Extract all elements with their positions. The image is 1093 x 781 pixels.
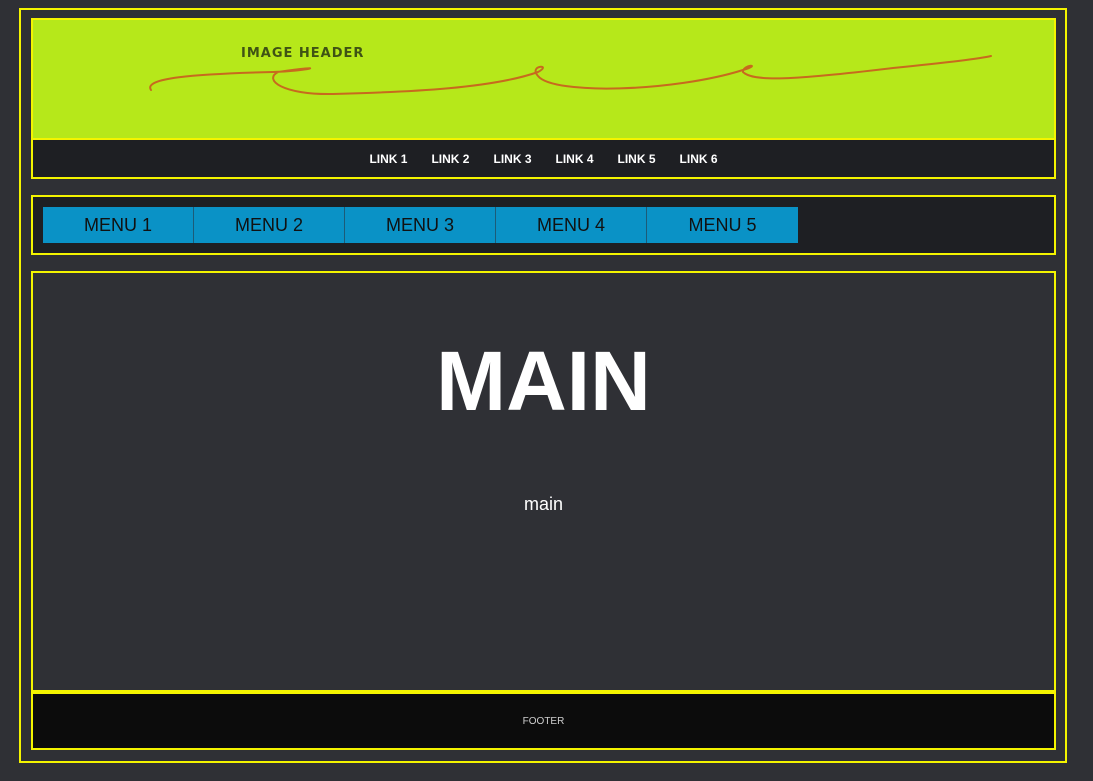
menu-block: MENU 1 MENU 2 MENU 3 MENU 4 MENU 5 <box>31 195 1056 255</box>
menu-item-2[interactable]: MENU 2 <box>194 207 345 243</box>
top-nav-link-6[interactable]: LINK 6 <box>668 152 730 166</box>
footer-text: FOOTER <box>522 715 565 727</box>
main-content: MAIN main <box>31 271 1056 694</box>
menu-bar: MENU 1 MENU 2 MENU 3 MENU 4 MENU 5 <box>43 207 798 243</box>
top-nav-link-1[interactable]: LINK 1 <box>357 152 419 166</box>
top-nav: LINK 1 LINK 2 LINK 3 LINK 4 LINK 5 LINK … <box>33 138 1054 177</box>
footer: FOOTER <box>31 694 1056 750</box>
menu-item-4[interactable]: MENU 4 <box>496 207 647 243</box>
menu-item-3[interactable]: MENU 3 <box>345 207 496 243</box>
top-nav-link-5[interactable]: LINK 5 <box>606 152 668 166</box>
top-nav-link-3[interactable]: LINK 3 <box>481 152 543 166</box>
menu-item-5[interactable]: MENU 5 <box>647 207 798 243</box>
main-text: main <box>523 494 563 514</box>
header-squiggle-icon <box>149 55 992 96</box>
top-nav-link-2[interactable]: LINK 2 <box>419 152 481 166</box>
header-image: IMAGE HEADER <box>33 20 1054 138</box>
main-title: MAIN <box>436 334 651 428</box>
menu-item-1[interactable]: MENU 1 <box>43 207 194 243</box>
header: IMAGE HEADER LINK 1 LINK 2 LINK 3 LINK 4… <box>31 18 1056 179</box>
top-nav-link-4[interactable]: LINK 4 <box>544 152 606 166</box>
